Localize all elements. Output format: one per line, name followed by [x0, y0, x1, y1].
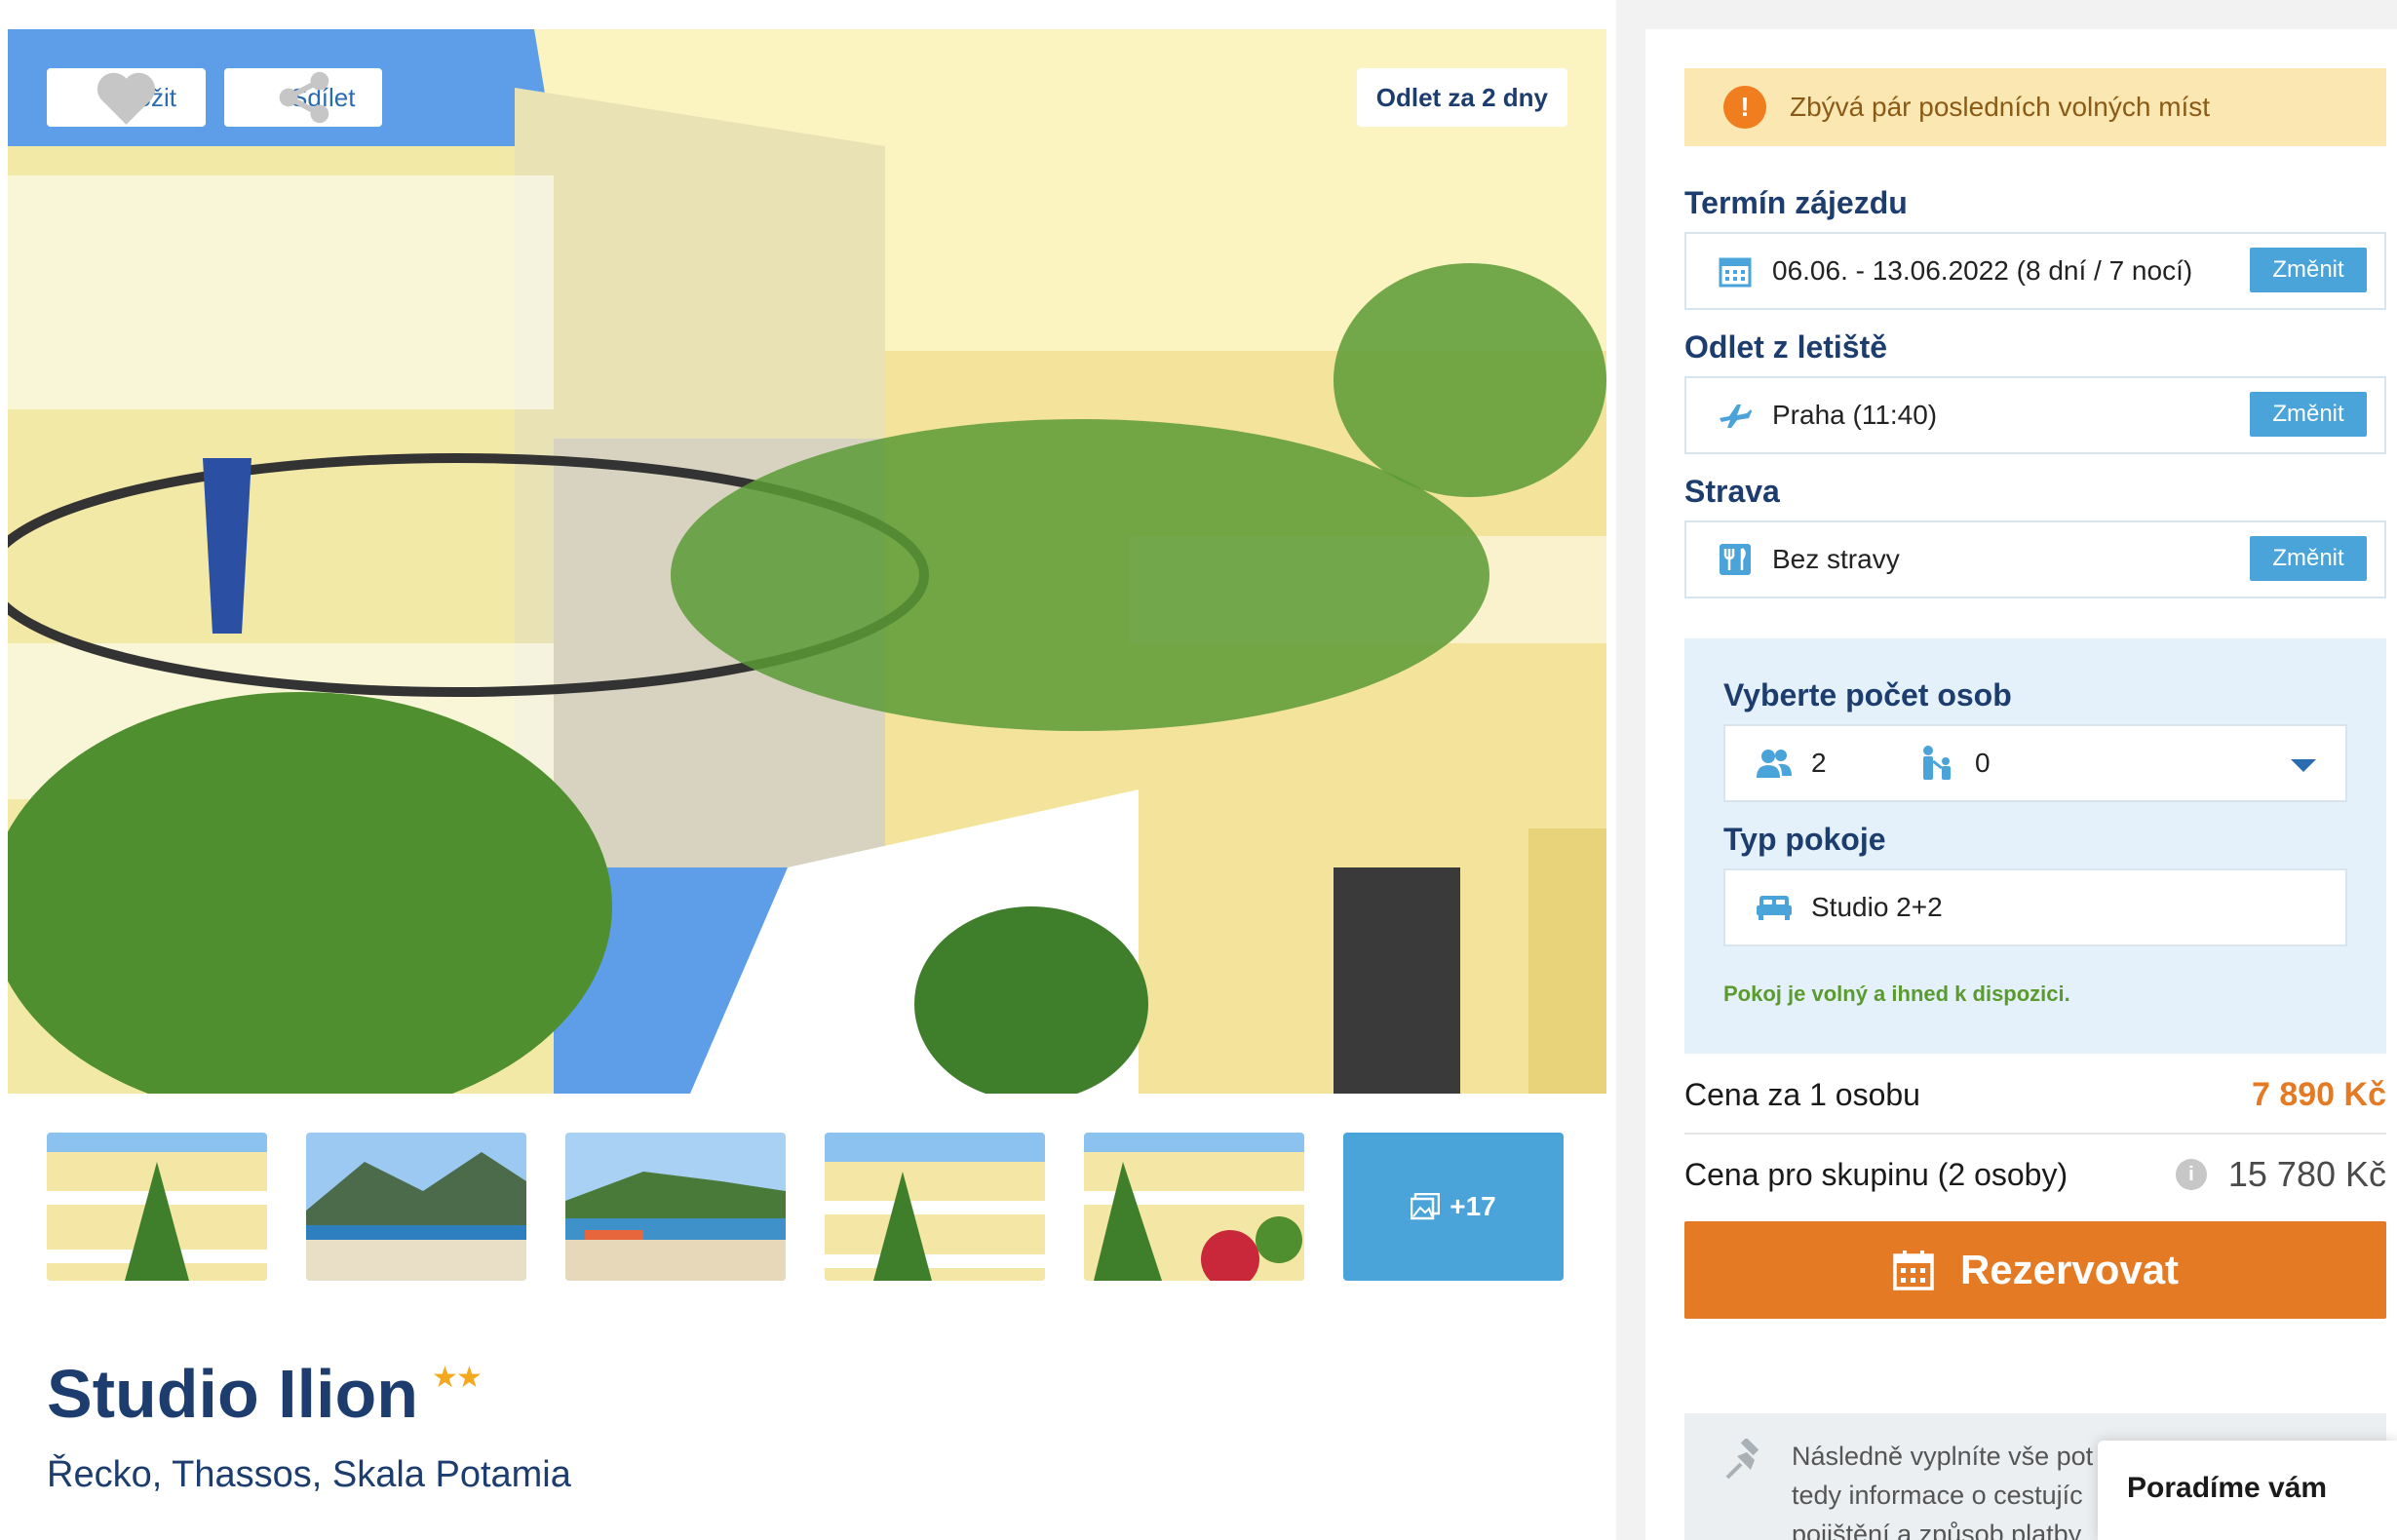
warning-icon: ! — [1723, 86, 1766, 129]
adults-icon — [1755, 744, 1794, 783]
thumbnail[interactable] — [825, 1133, 1045, 1281]
alert-text: Zbývá pár posledních volných míst — [1790, 92, 2211, 122]
change-airport-button[interactable]: Změnit — [2250, 392, 2367, 437]
change-board-button[interactable]: Změnit — [2250, 536, 2367, 581]
term-label: Termín zájezdu — [1684, 185, 1908, 220]
help-chat-popup[interactable]: Poradíme vám — [2098, 1441, 2397, 1540]
chevron-down-icon — [2291, 759, 2316, 772]
persons-room-box: Vyberte počet osob 2 0 Typ pokoje Studio… — [1684, 638, 2386, 1054]
board-field[interactable]: Bez stravy Změnit — [1684, 520, 2386, 598]
thumbnail[interactable] — [565, 1133, 786, 1281]
hero-image — [8, 29, 1606, 1094]
help-chat-label: Poradíme vám — [2127, 1472, 2328, 1504]
term-field[interactable]: 06.06. - 13.06.2022 (8 dní / 7 nocí) Změ… — [1684, 232, 2386, 310]
room-label: Typ pokoje — [1723, 822, 1886, 857]
hotel-title: Studio Ilion ★★ — [47, 1355, 483, 1433]
share-button[interactable]: Sdílet — [224, 68, 382, 127]
airport-value: Praha (11:40) — [1772, 400, 1938, 430]
price-per-person-label: Cena za 1 osobu — [1684, 1076, 1920, 1112]
hotel-name: Studio Ilion — [47, 1356, 419, 1432]
price-group-value-wrap: i 15 780 Kč — [2175, 1154, 2386, 1195]
price-per-person-row: Cena za 1 osobu 7 890 Kč — [1684, 1057, 2386, 1135]
info-icon[interactable]: i — [2175, 1159, 2207, 1190]
price-group-row: Cena pro skupinu (2 osoby) i 15 780 Kč — [1684, 1136, 2386, 1213]
price-per-person-value: 7 890 Kč — [2252, 1075, 2386, 1113]
booking-panel: ! Zbývá pár posledních volných míst Term… — [1645, 29, 2397, 1540]
reserve-label: Rezervovat — [1959, 1247, 2180, 1292]
board-label: Strava — [1684, 474, 1780, 509]
plane-icon — [1716, 396, 1755, 435]
pin-icon — [1723, 1437, 1766, 1492]
thumbnail[interactable] — [306, 1133, 526, 1281]
more-photos-count: +17 — [1450, 1191, 1496, 1221]
more-photos-button[interactable]: +17 — [1343, 1133, 1564, 1281]
children-icon — [1918, 744, 1957, 783]
hero-photo[interactable]: Uložit Sdílet Odlet za 2 dny — [8, 29, 1606, 1094]
availability-alert: ! Zbývá pár posledních volných míst — [1684, 68, 2386, 146]
gallery-icon — [1411, 1193, 1441, 1220]
page: Uložit Sdílet Odlet za 2 dny — [0, 0, 2397, 1540]
room-value: Studio 2+2 — [1811, 892, 1943, 922]
persons-select[interactable]: 2 0 — [1723, 724, 2347, 802]
price-group-value: 15 780 Kč — [2227, 1154, 2386, 1194]
thumbnail[interactable] — [47, 1133, 267, 1281]
star-rating: ★★ — [432, 1362, 483, 1394]
airport-field[interactable]: Praha (11:40) Změnit — [1684, 376, 2386, 454]
hotel-detail-panel: Uložit Sdílet Odlet za 2 dny — [0, 0, 1616, 1540]
save-button[interactable]: Uložit — [47, 68, 206, 127]
hotel-location[interactable]: Řecko, Thassos, Skala Potamia — [47, 1454, 571, 1496]
departure-badge: Odlet za 2 dny — [1356, 68, 1567, 127]
thumbnail[interactable] — [1084, 1133, 1304, 1281]
change-term-button[interactable]: Změnit — [2250, 248, 2367, 292]
cutlery-icon — [1716, 540, 1755, 579]
price-group-label: Cena pro skupinu (2 osoby) — [1684, 1156, 2068, 1192]
airport-label: Odlet z letiště — [1684, 329, 1888, 365]
reserve-button[interactable]: Rezervovat — [1684, 1221, 2386, 1319]
room-availability-text: Pokoj je volný a ihned k dispozici. — [1723, 982, 2070, 1006]
calendar-icon — [1716, 251, 1755, 290]
share-icon — [244, 71, 329, 124]
adults-count: 2 — [1811, 748, 1827, 778]
room-select[interactable]: Studio 2+2 — [1723, 868, 2347, 946]
calendar-icon — [1892, 1249, 1935, 1291]
board-value: Bez stravy — [1772, 544, 1900, 574]
children-count: 0 — [1975, 748, 1991, 778]
persons-label: Vyberte počet osob — [1723, 677, 2012, 712]
heart-icon — [66, 72, 156, 125]
thumbnail-strip: +17 — [47, 1133, 1567, 1281]
term-value: 06.06. - 13.06.2022 (8 dní / 7 nocí) — [1772, 255, 2193, 286]
bed-icon — [1755, 888, 1794, 927]
